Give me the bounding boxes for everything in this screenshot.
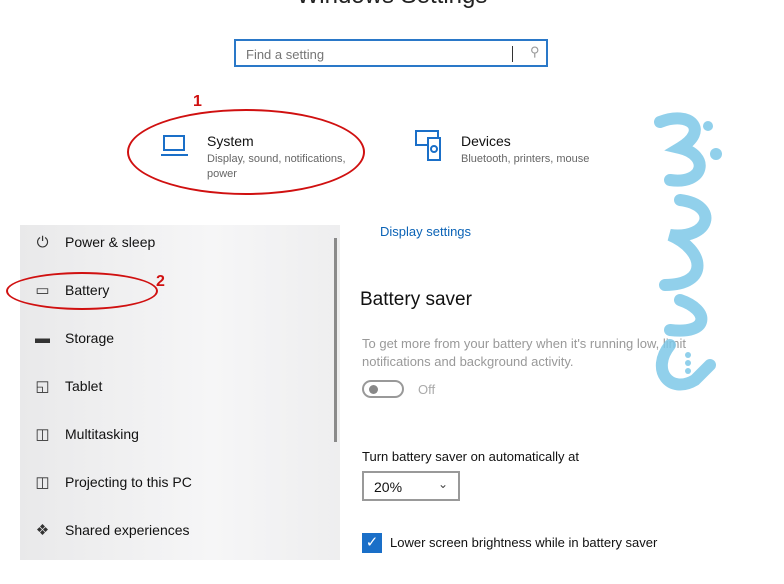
laptop-icon bbox=[161, 135, 188, 156]
category-title: Devices bbox=[461, 133, 511, 149]
sidebar-scrollbar[interactable] bbox=[334, 238, 337, 442]
threshold-label: Turn battery saver on automatically at bbox=[362, 449, 580, 464]
threshold-value: 20% bbox=[374, 479, 403, 495]
annotation-1: 1 bbox=[193, 93, 202, 110]
sidebar-item-shared-experiences[interactable]: ❖ Shared experiences bbox=[20, 506, 330, 554]
category-devices[interactable]: Devices Bluetooth, printers, mouse bbox=[414, 130, 614, 170]
brightness-checkbox-label: Lower screen brightness while in battery… bbox=[390, 535, 658, 550]
section-heading: Battery saver bbox=[360, 289, 472, 310]
sidebar-item-multitasking[interactable]: ◫ Multitasking bbox=[20, 410, 330, 458]
window-title: Windows Settings bbox=[0, 0, 784, 10]
search-icon[interactable]: ⚲ bbox=[530, 44, 540, 60]
sidebar-item-label: Projecting to this PC bbox=[65, 474, 192, 490]
display-settings-link[interactable]: Display settings bbox=[380, 224, 471, 239]
watermark-logo bbox=[654, 112, 722, 391]
sidebar-item-storage[interactable]: ▬ Storage bbox=[20, 314, 330, 362]
storage-icon: ▬ bbox=[35, 329, 50, 347]
battery-saver-toggle[interactable] bbox=[362, 380, 404, 398]
toggle-state: Off bbox=[418, 382, 436, 397]
projecting-icon: ◫ bbox=[35, 474, 50, 491]
sidebar-item-power-sleep[interactable]: ⏻ Power & sleep bbox=[20, 218, 330, 266]
category-subtitle: Bluetooth, printers, mouse bbox=[461, 153, 590, 165]
sidebar-item-label: Storage bbox=[65, 330, 115, 346]
shared-experiences-icon: ❖ bbox=[35, 522, 50, 539]
category-system[interactable]: System Display, sound, notifications, po… bbox=[160, 130, 360, 185]
sidebar-item-label: Shared experiences bbox=[65, 522, 190, 538]
search-input[interactable] bbox=[244, 42, 508, 66]
multitasking-icon: ◫ bbox=[35, 426, 50, 443]
sidebar-item-label: Tablet bbox=[65, 378, 103, 394]
sidebar-item-tablet[interactable]: ◱ Tablet bbox=[20, 362, 330, 410]
devices-icon bbox=[415, 130, 441, 161]
annotation-ellipse-battery bbox=[6, 272, 158, 310]
search-box[interactable]: ⚲ bbox=[234, 39, 548, 67]
category-subtitle: Display, sound, notifications, power bbox=[207, 153, 346, 180]
sidebar-item-projecting[interactable]: ◫ Projecting to this PC bbox=[20, 458, 330, 506]
threshold-dropdown[interactable]: 20% ⌄ bbox=[362, 471, 460, 501]
category-title: System bbox=[207, 133, 254, 149]
power-icon: ⏻ bbox=[36, 233, 49, 251]
chevron-down-icon: ⌄ bbox=[438, 477, 449, 491]
toggle-knob bbox=[369, 385, 378, 394]
annotation-2: 2 bbox=[156, 273, 165, 290]
sidebar-item-label: Power & sleep bbox=[65, 234, 156, 250]
tablet-icon: ◱ bbox=[35, 378, 50, 395]
sidebar-item-label: Multitasking bbox=[65, 426, 139, 442]
brightness-checkbox[interactable]: ✓ bbox=[362, 533, 382, 553]
text-cursor bbox=[512, 46, 513, 62]
